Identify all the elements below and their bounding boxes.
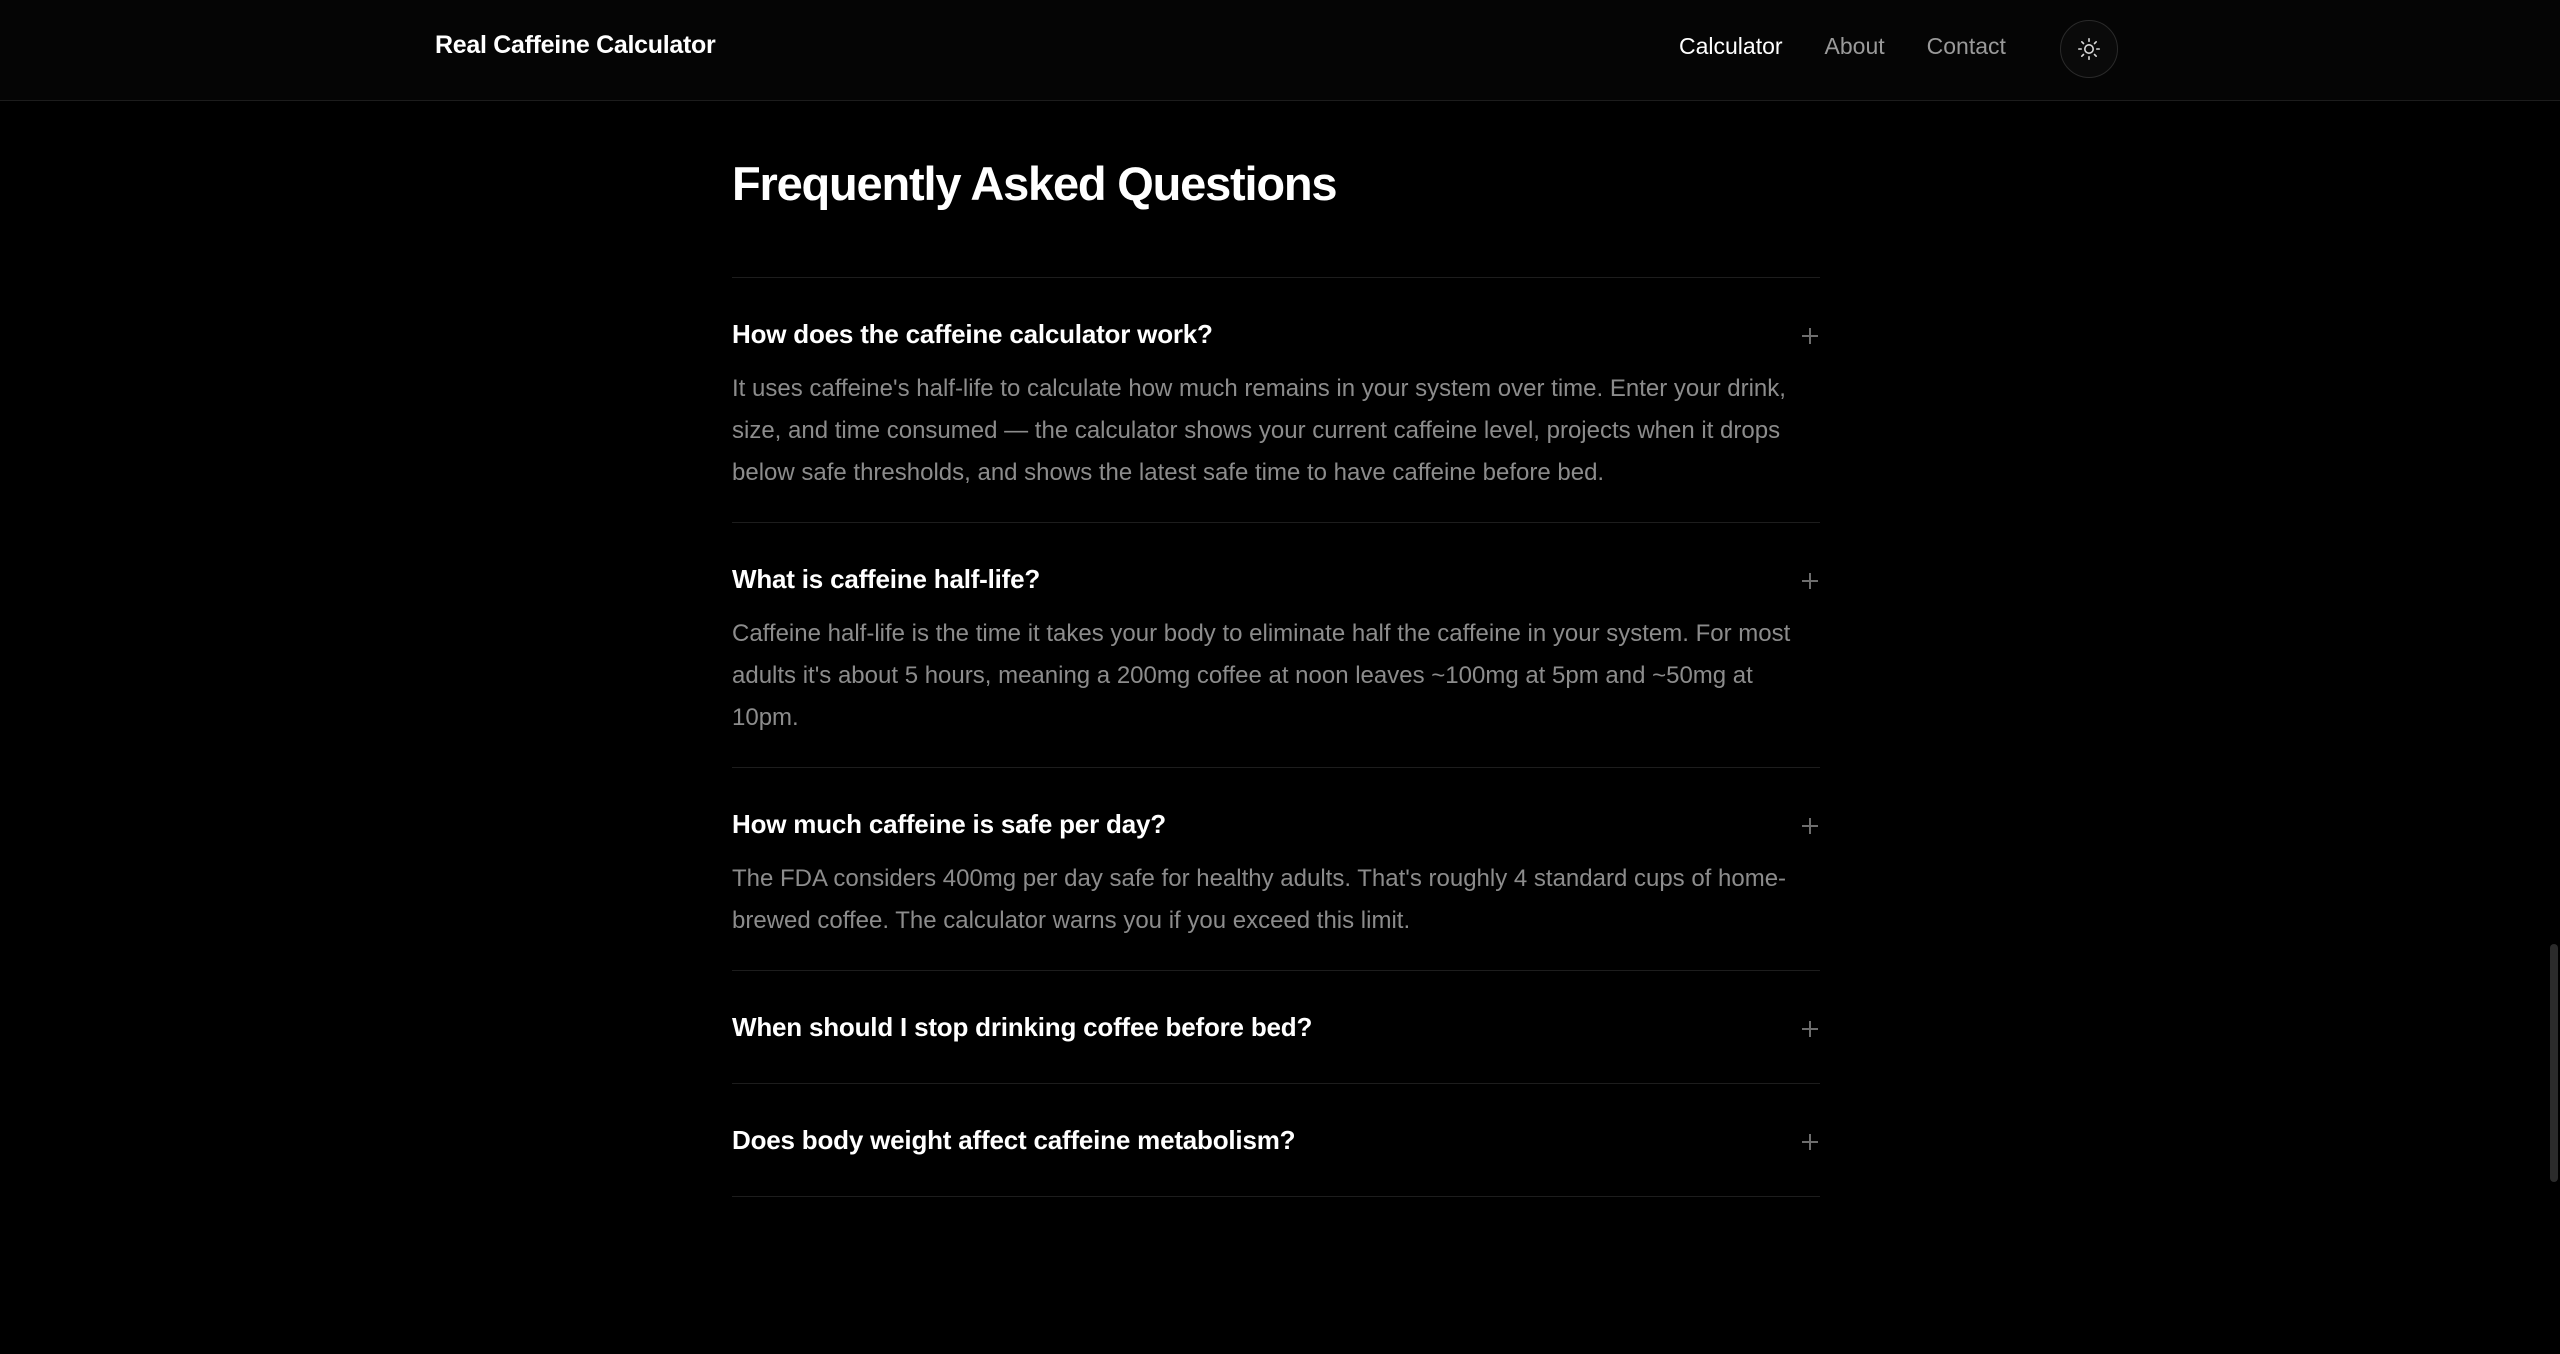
faq-item: Does body weight affect caffeine metabol… (732, 1084, 1820, 1197)
faq-item: What is caffeine half-life? Caffeine hal… (732, 523, 1820, 768)
faq-question: How does the caffeine calculator work? (732, 318, 1213, 349)
plus-icon[interactable] (1800, 571, 1820, 591)
plus-icon[interactable] (1800, 1132, 1820, 1152)
plus-icon[interactable] (1800, 1019, 1820, 1039)
theme-toggle-button[interactable] (2060, 20, 2118, 78)
faq-item: How does the caffeine calculator work? I… (732, 278, 1820, 523)
site-header: Real Caffeine Calculator Calculator Abou… (0, 0, 2560, 101)
faq-answer: The FDA considers 400mg per day safe for… (732, 865, 1787, 934)
faq-question-button[interactable]: What is caffeine half-life? (732, 523, 1820, 607)
sun-icon (2077, 37, 2101, 61)
faq-item: How much caffeine is safe per day? The F… (732, 768, 1820, 971)
nav-link-about[interactable]: About (1825, 33, 1885, 60)
faq-question-button[interactable]: How does the caffeine calculator work? (732, 278, 1820, 362)
faq-question: How much caffeine is safe per day? (732, 808, 1166, 839)
faq-question: When should I stop drinking coffee befor… (732, 1011, 1313, 1042)
faq-answer: It uses caffeine's half-life to calculat… (732, 375, 1786, 486)
faq-question: What is caffeine half-life? (732, 563, 1041, 594)
nav-link-contact[interactable]: Contact (1927, 33, 2006, 60)
faq-question: Does body weight affect caffeine metabol… (732, 1124, 1296, 1155)
faq-answer: Caffeine half-life is the time it takes … (732, 620, 1791, 731)
faq-item: When should I stop drinking coffee befor… (732, 971, 1820, 1084)
plus-icon[interactable] (1800, 326, 1820, 346)
faq-question-button[interactable]: How much caffeine is safe per day? (732, 768, 1820, 852)
main-nav: Calculator About Contact (1679, 33, 2048, 60)
page-title: Frequently Asked Questions (732, 157, 1338, 210)
plus-icon[interactable] (1800, 816, 1820, 836)
nav-link-calculator[interactable]: Calculator (1679, 33, 1783, 60)
faq-question-button[interactable]: Does body weight affect caffeine metabol… (732, 1084, 1820, 1196)
faq-question-button[interactable]: When should I stop drinking coffee befor… (732, 971, 1820, 1083)
faq-list: How does the caffeine calculator work? I… (732, 277, 1820, 1197)
scrollbar-thumb[interactable] (2550, 944, 2558, 1182)
site-brand[interactable]: Real Caffeine Calculator (435, 31, 716, 60)
